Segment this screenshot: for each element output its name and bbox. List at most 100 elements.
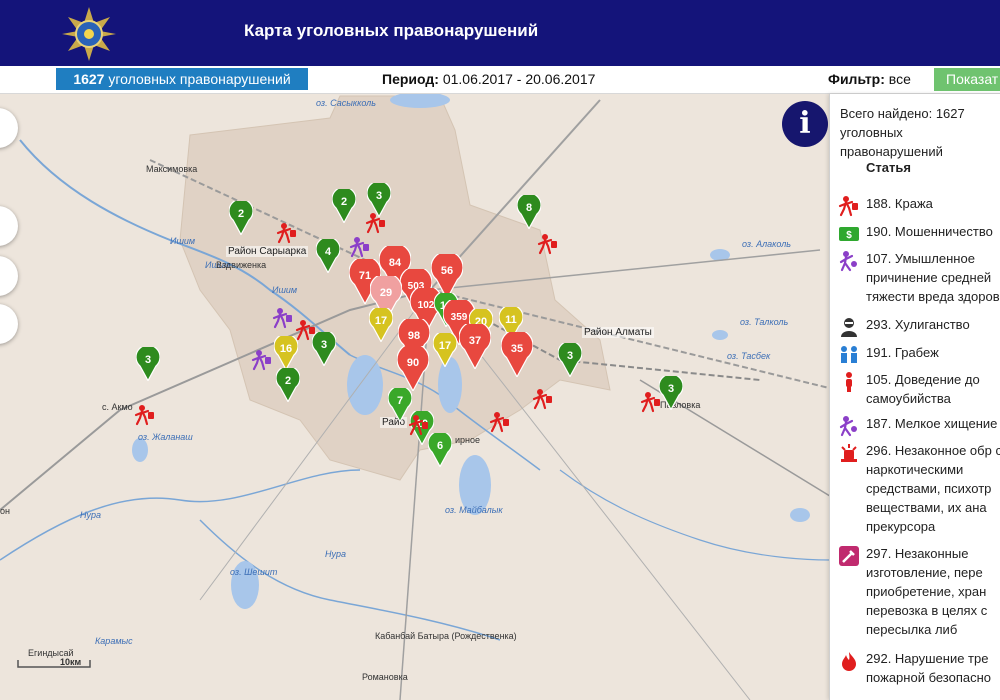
header-bar: Карта уголовных правонарушений — [0, 0, 1000, 66]
legend-item-label: 188. Кража — [866, 196, 933, 211]
map-label: оз. Майбалык — [445, 505, 503, 515]
offense-count-badge: 1627 уголовных правонарушений — [56, 68, 308, 90]
assault-icon[interactable] — [349, 236, 371, 258]
legend-item-label: 296. Незаконное обр с наркотическими сре… — [866, 443, 1000, 534]
svg-text:3: 3 — [567, 350, 573, 362]
map-label: Романовка — [362, 672, 408, 682]
cluster-marker[interactable]: 2 2 — [275, 365, 301, 403]
svg-text:102: 102 — [418, 300, 435, 311]
cluster-marker[interactable]: 37 37 — [458, 320, 492, 371]
svg-text:$: $ — [846, 230, 852, 241]
period-display: Период: 01.06.2017 - 20.06.2017 — [382, 71, 595, 87]
svg-text:17: 17 — [375, 315, 387, 327]
legend-item-label: 191. Грабеж — [866, 345, 939, 360]
cluster-marker[interactable]: 3 3 — [135, 344, 161, 382]
info-button[interactable]: i — [782, 101, 828, 147]
theft-icon[interactable] — [537, 233, 559, 255]
fraud-icon: $ — [838, 223, 860, 245]
page-title: Карта уголовных правонарушений — [244, 21, 539, 40]
svg-text:6: 6 — [437, 440, 443, 452]
svg-text:37: 37 — [469, 335, 481, 347]
theft-icon — [838, 195, 860, 217]
map-label: Кабанбай Батыра (Рождественка) — [375, 631, 517, 641]
map-label: оз. Сасыкколь — [316, 98, 376, 108]
svg-text:90: 90 — [407, 357, 419, 369]
map-label: Вздвиженка — [216, 260, 267, 270]
cluster-marker[interactable]: 4 4 — [315, 236, 341, 274]
svg-text:11: 11 — [505, 314, 517, 326]
svg-text:29: 29 — [380, 287, 392, 299]
svg-text:3: 3 — [321, 339, 327, 351]
cluster-marker[interactable]: 2 2 — [331, 186, 357, 224]
filter-label: Фильтр: — [828, 71, 885, 87]
filter-display[interactable]: Фильтр: все — [828, 71, 911, 87]
map-label: оз. Шешит — [230, 567, 278, 577]
map-label: оз. Алаколь — [742, 239, 792, 249]
period-value: 01.06.2017 - 20.06.2017 — [442, 71, 596, 87]
assault-icon — [838, 250, 860, 272]
cluster-marker[interactable]: 6 6 — [427, 430, 453, 468]
map-label-district: Район Сарыарка — [226, 246, 309, 257]
legend-item-label: 292. Нарушение тре пожарной безопасно — [866, 651, 992, 685]
petty-theft-icon — [838, 415, 860, 437]
map-label: оз. Талколь — [740, 317, 789, 327]
map-label: оз. Тасбек — [727, 351, 771, 361]
theft-icon[interactable] — [489, 411, 511, 433]
filter-value[interactable]: все — [889, 71, 911, 87]
svg-text:35: 35 — [511, 343, 523, 355]
period-label: Период: — [382, 71, 439, 87]
legend-panel: Всего найдено: 1627 уголовных правонаруш… — [829, 94, 1000, 700]
cluster-marker[interactable]: 3 3 — [658, 373, 684, 411]
cluster-marker[interactable]: 8 8 — [516, 192, 542, 230]
legend-item-label: 107. Умышленное причинение средней тяжес… — [866, 251, 1000, 304]
svg-text:84: 84 — [389, 257, 402, 269]
cluster-marker[interactable]: 17 17 — [432, 330, 458, 368]
theft-icon[interactable] — [640, 391, 662, 413]
drug-production-icon — [838, 545, 860, 567]
svg-text:16: 16 — [280, 343, 292, 355]
map-label: Карамыс — [95, 636, 133, 646]
map-label: оз. Жаланаш — [138, 432, 193, 442]
theft-icon[interactable] — [134, 404, 156, 426]
theft-icon[interactable] — [532, 388, 554, 410]
state-emblem-icon — [60, 5, 118, 63]
cluster-marker[interactable]: 35 35 — [500, 328, 534, 379]
svg-text:2: 2 — [238, 208, 244, 220]
svg-text:56: 56 — [441, 265, 453, 277]
svg-text:3: 3 — [376, 190, 382, 202]
cluster-marker[interactable]: 16 16 — [273, 333, 299, 371]
map-label: Ишим — [170, 236, 196, 246]
legend-item-label: 297. Незаконные изготовление, пере приоб… — [866, 546, 988, 637]
scale-label: 10км — [60, 657, 82, 667]
robbery-icon — [838, 344, 860, 366]
svg-text:17: 17 — [439, 340, 451, 352]
drugs-icon — [838, 442, 860, 464]
legend-item-label: 190. Мошенничество — [866, 224, 993, 239]
map-label: он — [0, 506, 10, 516]
svg-text:3: 3 — [145, 354, 151, 366]
cluster-marker[interactable]: 3 3 — [557, 340, 583, 378]
show-button[interactable]: Показат — [934, 68, 1000, 91]
svg-text:4: 4 — [325, 246, 332, 258]
legend-heading: Статья — [866, 160, 911, 175]
legend-total: Всего найдено: 1627 уголовных правонаруш… — [840, 106, 965, 159]
drugs-icon[interactable] — [276, 222, 298, 244]
map-label-district: Район Алматы — [582, 327, 654, 338]
theft-icon[interactable] — [408, 414, 430, 436]
cluster-marker[interactable]: 2 2 — [228, 198, 254, 236]
legend-item-label: 105. Доведение до самоубийства — [866, 372, 980, 406]
theft-icon[interactable] — [365, 212, 387, 234]
svg-text:2: 2 — [341, 196, 347, 208]
cluster-marker[interactable]: 17 17 — [368, 305, 394, 343]
svg-text:359: 359 — [451, 312, 468, 323]
assault-icon[interactable] — [251, 349, 273, 371]
map-label: Нура — [325, 549, 347, 559]
theft-icon[interactable] — [295, 319, 317, 341]
map-label: Максимовка — [146, 164, 198, 174]
offense-count-value: 1627 — [73, 71, 105, 87]
map-label: ирное — [455, 435, 481, 445]
assault-icon[interactable] — [272, 307, 294, 329]
legend-item-label: 187. Мелкое хищение — [866, 416, 998, 431]
cluster-marker[interactable]: 90 90 — [396, 342, 430, 393]
svg-text:8: 8 — [526, 202, 532, 214]
